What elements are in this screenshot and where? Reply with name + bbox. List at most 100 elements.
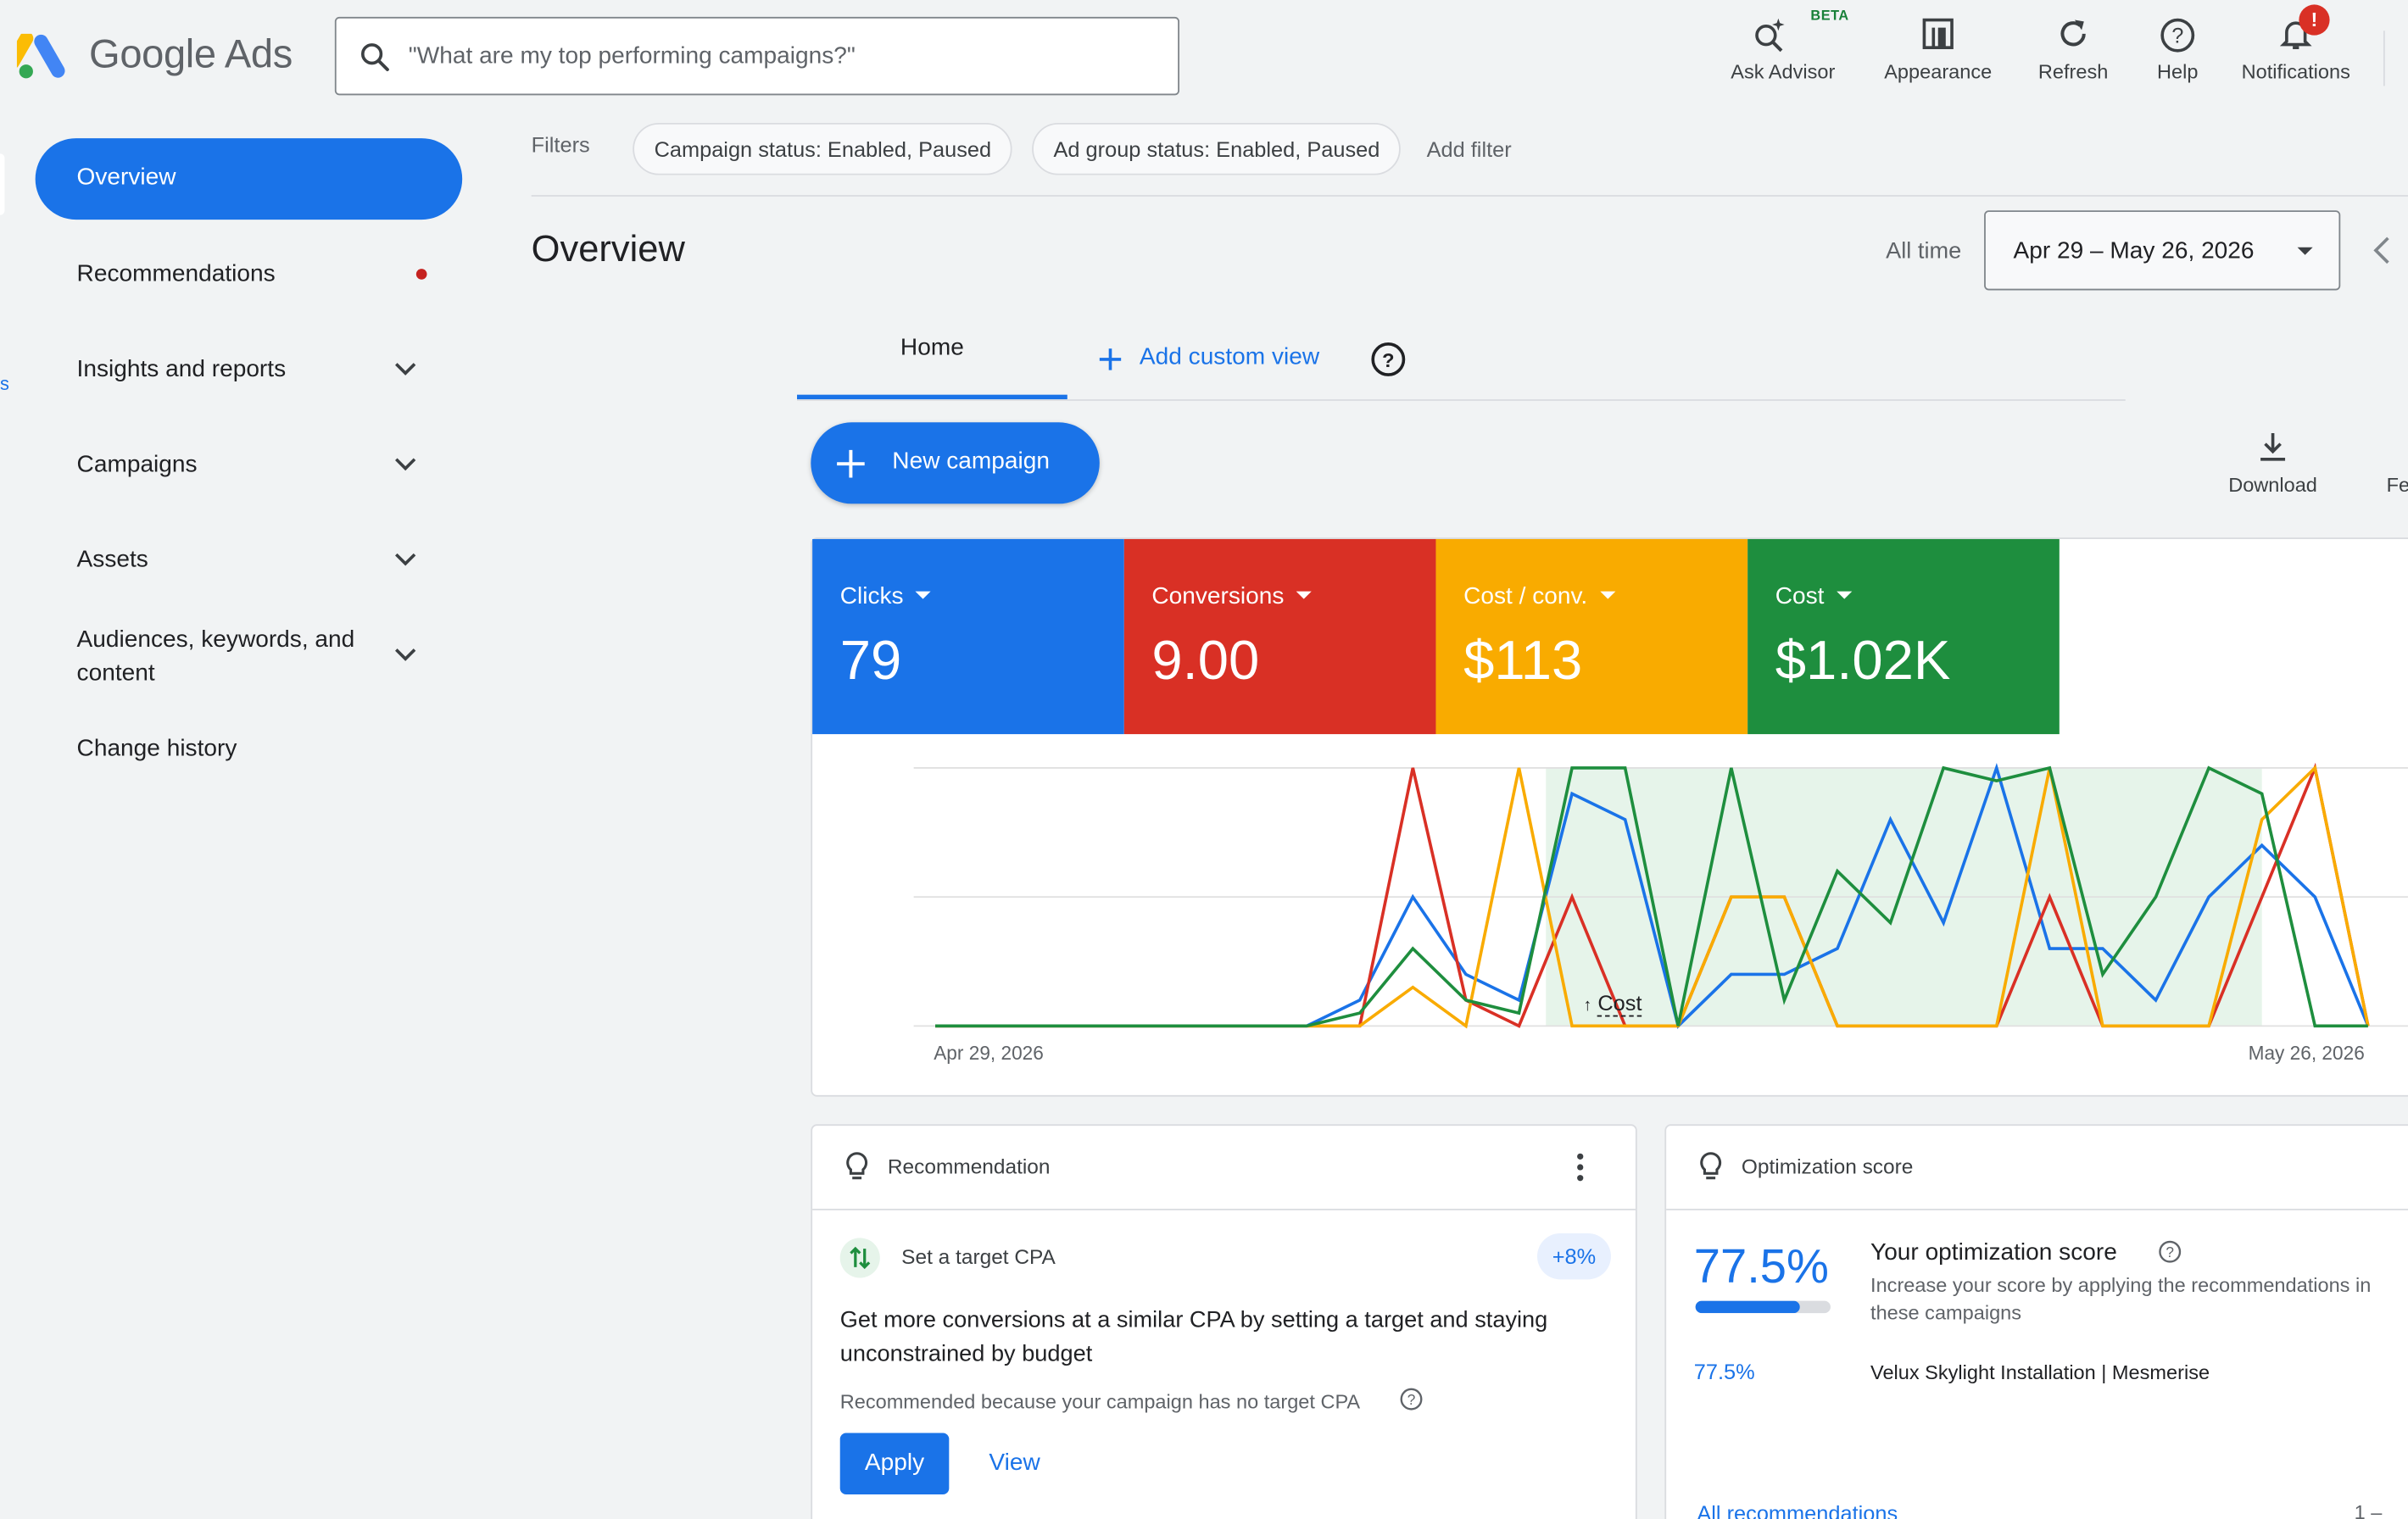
svg-text:?: ?	[1407, 1391, 1416, 1408]
refresh-icon	[2060, 19, 2086, 47]
help-button[interactable]: ? Help	[2147, 12, 2208, 89]
annotation-label: Cost	[1597, 990, 1642, 1017]
recommendation-note: Recommended because your campaign has no…	[839, 1389, 1361, 1413]
page-title: Overview	[531, 228, 685, 270]
ad-group-status-filter-chip[interactable]: Ad group status: Enabled, Paused	[1032, 122, 1402, 175]
caret-down-icon	[1836, 591, 1853, 599]
metric-label: Cost	[1775, 583, 1853, 612]
sidebar-item-campaigns[interactable]: Campaigns	[77, 452, 198, 480]
ask-advisor-label: Ask Advisor	[1731, 59, 1836, 83]
recommendation-card: Recommendation Set a target CPA +8% Get …	[811, 1124, 1637, 1519]
lightbulb-icon	[1700, 1152, 1722, 1180]
sidebar-item-insights[interactable]: Insights and reports	[77, 356, 287, 384]
appearance-label: Appearance	[1884, 59, 1993, 83]
optimization-description: Increase your score by applying the reco…	[1870, 1273, 2372, 1324]
appearance-button[interactable]: Appearance	[1876, 12, 1999, 89]
caret-down-icon	[916, 591, 932, 599]
filters-label: Filters	[531, 131, 590, 157]
metric-label-text: Cost	[1775, 583, 1825, 610]
chevron-down-icon[interactable]	[392, 545, 420, 573]
ask-advisor-icon	[1754, 18, 1785, 53]
svg-text:?: ?	[2166, 1244, 2174, 1260]
notifications-label: Notifications	[2241, 59, 2350, 83]
campaign-status-filter-chip[interactable]: Campaign status: Enabled, Paused	[633, 122, 1013, 175]
uplift-badge: +8%	[1537, 1232, 1611, 1280]
metric-label-text: Cost / conv.	[1463, 583, 1588, 610]
optimization-title: Your optimization score	[1870, 1239, 2117, 1266]
download-label: Download	[2228, 473, 2317, 497]
search-input[interactable]: "What are my top performing campaigns?"	[409, 43, 856, 71]
search-box[interactable]: "What are my top performing campaigns?"	[334, 16, 1180, 96]
lightbulb-icon	[846, 1152, 868, 1180]
sidebar-item-assets[interactable]: Assets	[77, 547, 148, 575]
svg-text:?: ?	[1382, 349, 1394, 371]
sidebar-item-overview[interactable]: Overview	[35, 138, 463, 220]
add-filter-button[interactable]: Add filter	[1427, 136, 1512, 161]
rail-edge-text: s	[0, 373, 9, 395]
x-axis-start-label: Apr 29, 2026	[934, 1043, 1044, 1065]
target-cpa-icon	[839, 1238, 880, 1278]
help-circle-icon[interactable]: ?	[1370, 341, 1407, 377]
optimization-score-card: Optimization score 77.5% Your optimizati…	[1664, 1124, 2408, 1519]
svg-text:?: ?	[2171, 25, 2183, 48]
metric-tile-cost[interactable]: Cost $1.02K	[1747, 538, 2060, 735]
new-campaign-button[interactable]: New campaign	[811, 422, 1100, 504]
metric-tile-cost-per-conv[interactable]: Cost / conv. $113	[1435, 538, 1748, 735]
add-custom-view-button[interactable]: Add custom view	[1140, 344, 1319, 372]
metric-tile-clicks[interactable]: Clicks 79	[812, 538, 1124, 735]
help-circle-icon[interactable]: ?	[2158, 1239, 2182, 1264]
plus-icon	[837, 449, 865, 478]
arrow-up-icon: ↑	[1583, 996, 1592, 1015]
ask-advisor-button[interactable]: BETA Ask Advisor	[1720, 8, 1848, 89]
chevron-left-icon[interactable]	[2370, 235, 2394, 265]
sidebar-item-recommendations[interactable]: Recommendations	[77, 261, 276, 289]
chevron-down-icon[interactable]	[392, 355, 420, 383]
header-divider	[2383, 31, 2385, 86]
sidebar-item-change-history[interactable]: Change history	[77, 736, 237, 764]
optimization-score-value: 77.5%	[1693, 1239, 1829, 1294]
metric-tile-conversions[interactable]: Conversions 9.00	[1123, 538, 1436, 735]
metric-label-text: Conversions	[1151, 583, 1285, 610]
help-label: Help	[2157, 59, 2199, 83]
metric-value: 79	[839, 628, 902, 692]
x-axis-end-label: May 26, 2026	[2248, 1043, 2365, 1065]
search-icon	[360, 43, 389, 71]
apply-button[interactable]: Apply	[839, 1433, 950, 1494]
chevron-down-icon[interactable]	[392, 641, 420, 669]
campaign-name[interactable]: Velux Skylight Installation | Mesmerise	[1870, 1360, 2210, 1383]
recommendation-title: Set a target CPA	[901, 1245, 1056, 1269]
refresh-button[interactable]: Refresh	[2027, 12, 2120, 89]
metric-value: $113	[1463, 628, 1583, 692]
caret-down-icon	[1599, 591, 1615, 599]
chevron-down-icon[interactable]	[392, 450, 420, 478]
cost-annotation: ↑ Cost	[1583, 990, 1642, 1017]
pagination-text: 1 –	[2354, 1500, 2383, 1519]
performance-line-chart	[913, 762, 2408, 1029]
date-range-label: All time	[1886, 237, 1962, 264]
view-button[interactable]: View	[989, 1449, 1040, 1477]
refresh-label: Refresh	[2037, 59, 2109, 83]
truncated-action-label[interactable]: Fe	[2387, 473, 2408, 496]
plus-icon[interactable]	[1096, 346, 1124, 374]
more-vert-icon[interactable]	[1574, 1150, 1586, 1184]
date-range-picker[interactable]: Apr 29 – May 26, 2026	[1984, 210, 2341, 291]
sidebar-item-audiences[interactable]: Audiences, keywords, and content	[77, 624, 384, 692]
notifications-button[interactable]: ! Notifications	[2230, 4, 2362, 89]
caret-down-icon	[1296, 591, 1313, 599]
caret-down-icon	[2297, 247, 2313, 255]
all-recommendations-link[interactable]: All recommendations	[1697, 1500, 1898, 1519]
app-name: Google Ads	[89, 31, 293, 77]
metric-label: Clicks	[840, 584, 932, 612]
optimization-header: Optimization score	[1741, 1155, 1914, 1178]
help-icon: ?	[2160, 18, 2195, 53]
recommendation-body: Get more conversions at a similar CPA by…	[839, 1306, 1548, 1367]
date-range-value: Apr 29 – May 26, 2026	[2013, 237, 2255, 264]
appearance-icon	[1922, 18, 1954, 49]
notification-badge: !	[2299, 4, 2330, 36]
tab-home[interactable]: Home	[797, 335, 1067, 363]
help-circle-icon[interactable]: ?	[1399, 1387, 1424, 1411]
metric-value: 9.00	[1151, 628, 1260, 692]
google-ads-logo-icon	[16, 33, 65, 79]
collapsed-rail-edge	[0, 153, 5, 215]
tabs-divider	[797, 399, 2126, 401]
